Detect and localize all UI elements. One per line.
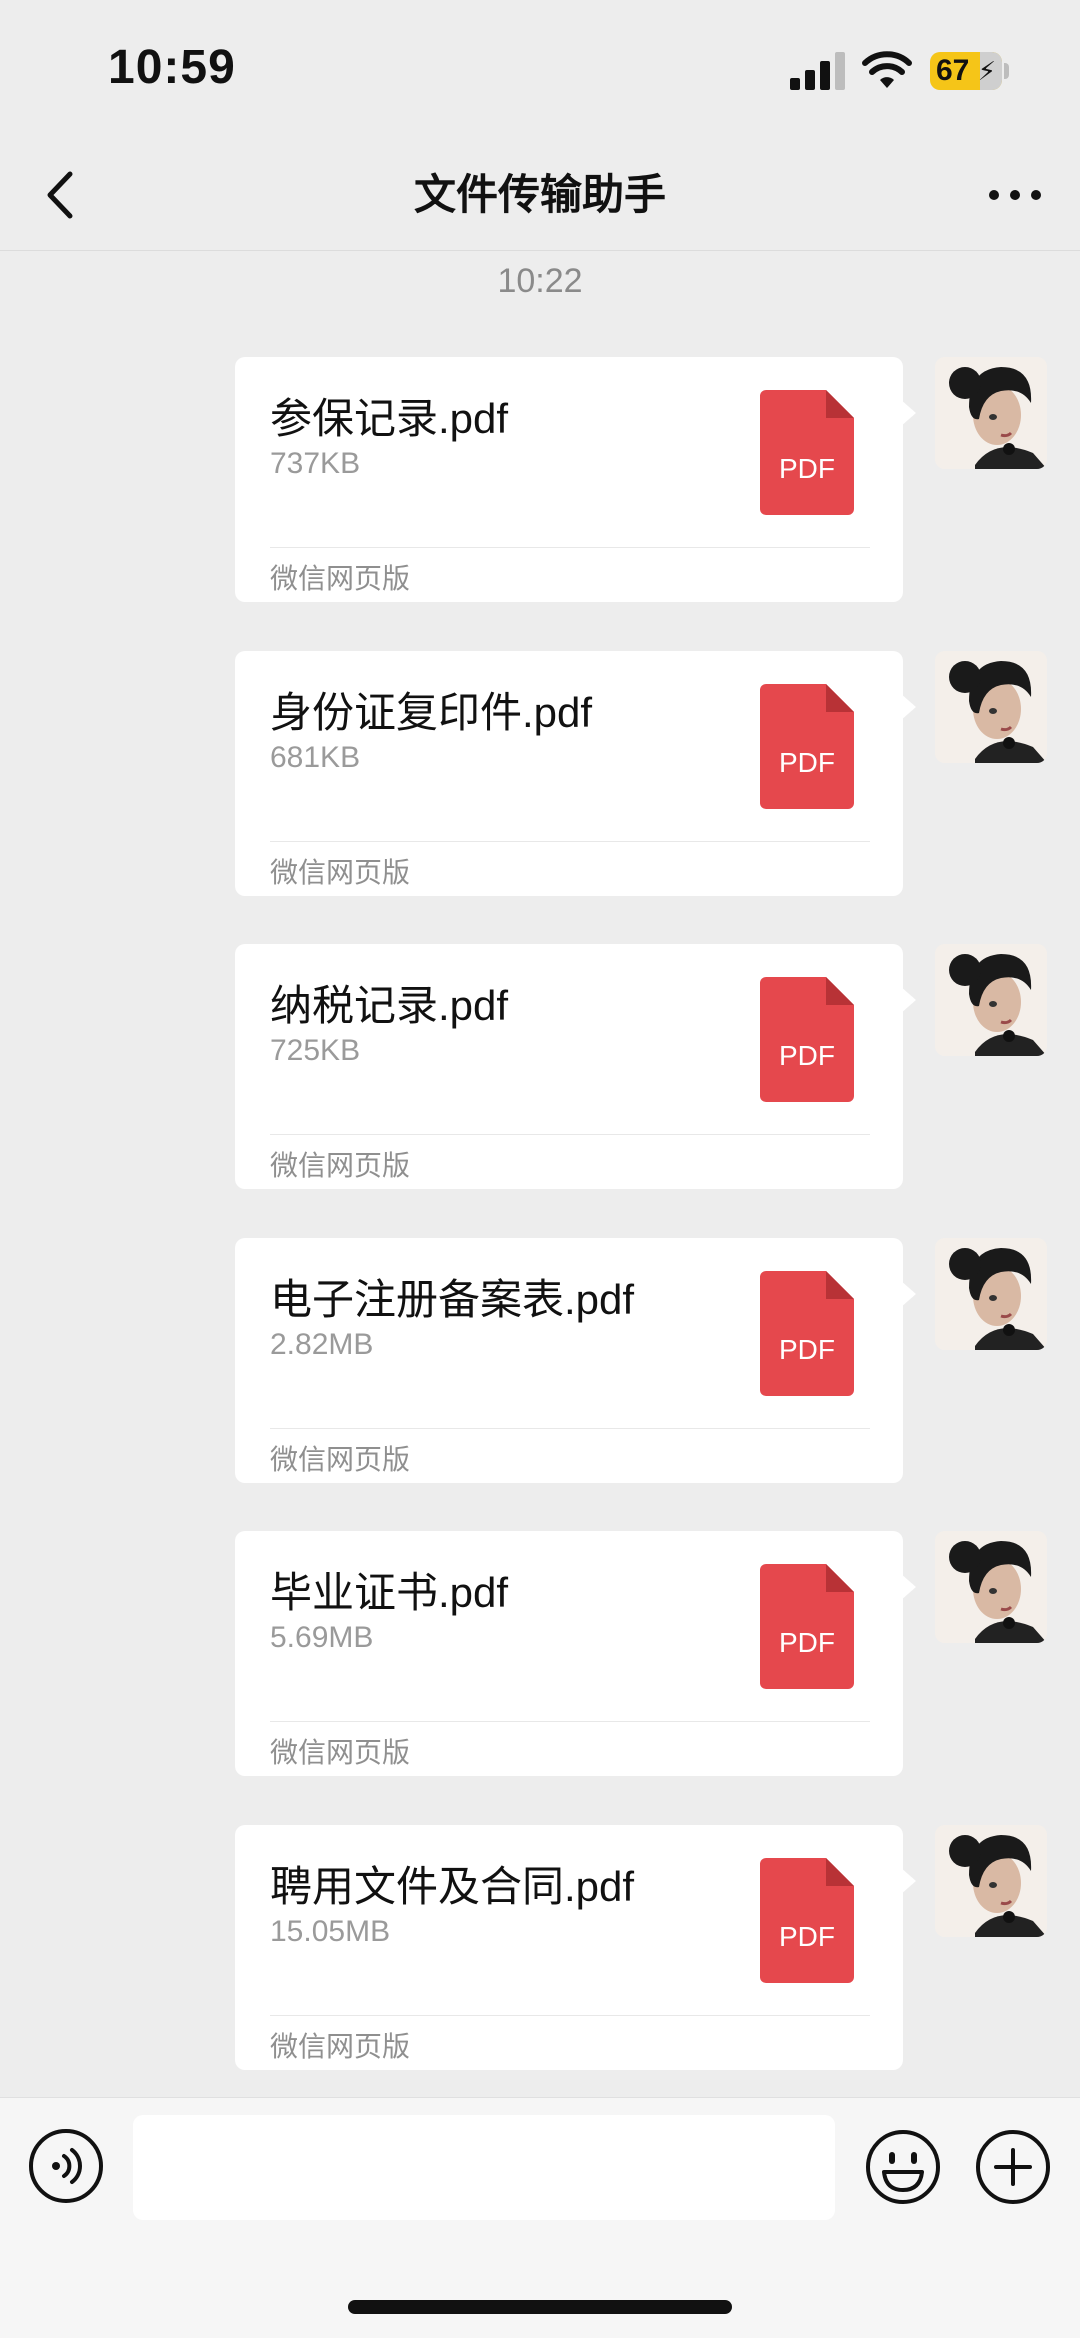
file-message: 电子注册备案表.pdf 2.82MB PDF 微信网页版 — [0, 1237, 1080, 1483]
pdf-file-icon: PDF — [760, 390, 854, 515]
pdf-icon-label: PDF — [779, 1040, 835, 1071]
emoji-icon[interactable] — [864, 2128, 942, 2206]
file-bubble[interactable]: 电子注册备案表.pdf 2.82MB PDF 微信网页版 — [235, 1237, 903, 1483]
bubble-tail — [900, 1279, 916, 1308]
file-size: 725KB — [270, 1034, 361, 1067]
message-source: 微信网页版 — [270, 1737, 411, 1768]
file-bubble[interactable]: 纳税记录.pdf 725KB PDF 微信网页版 — [235, 944, 903, 1189]
pdf-icon-label: PDF — [779, 747, 835, 778]
bubble-tail — [900, 1573, 916, 1601]
pdf-file-icon: PDF — [760, 1857, 854, 1983]
avatar[interactable] — [935, 1531, 1047, 1643]
avatar[interactable] — [935, 1237, 1047, 1350]
avatar[interactable] — [935, 650, 1047, 763]
battery-icon: 67 ⚡ — [930, 52, 1002, 90]
status-time: 10:59 — [108, 41, 236, 94]
bubble-tail — [900, 399, 916, 427]
file-size: 681KB — [270, 740, 361, 774]
avatar[interactable] — [935, 357, 1047, 469]
pdf-icon-label: PDF — [779, 453, 835, 484]
bubble-tail — [900, 986, 916, 1014]
pdf-icon-label: PDF — [779, 1627, 835, 1658]
page-title: 文件传输助手 — [413, 171, 666, 218]
file-bubble[interactable]: 身份证复印件.pdf 681KB PDF 微信网页版 — [235, 650, 903, 896]
file-name: 参保记录.pdf — [270, 395, 509, 442]
message-source: 微信网页版 — [270, 563, 411, 594]
plus-icon[interactable] — [974, 2128, 1052, 2206]
file-name: 电子注册备案表.pdf — [270, 1275, 635, 1323]
message-source: 微信网页版 — [270, 856, 411, 888]
pdf-file-icon: PDF — [760, 683, 854, 809]
file-name: 聘用文件及合同.pdf — [270, 1862, 635, 1910]
bubble-divider — [270, 2014, 870, 2016]
bubble-divider — [270, 1721, 870, 1722]
pdf-file-icon: PDF — [760, 1270, 854, 1396]
more-dots-icon[interactable] — [980, 170, 1050, 220]
avatar[interactable] — [935, 1824, 1047, 1937]
bubble-divider — [270, 1134, 870, 1135]
file-size: 5.69MB — [270, 1621, 374, 1654]
file-name: 毕业证书.pdf — [270, 1569, 509, 1616]
pdf-icon-label: PDF — [779, 1334, 835, 1365]
file-name: 纳税记录.pdf — [270, 982, 509, 1029]
status-bar: 10:59 67 ⚡ — [0, 0, 1080, 140]
message-source: 微信网页版 — [270, 1150, 411, 1181]
signal-icon — [790, 52, 845, 90]
avatar[interactable] — [935, 944, 1047, 1056]
bubble-divider — [270, 547, 870, 548]
file-name: 身份证复印件.pdf — [270, 688, 593, 736]
bubble-tail — [900, 692, 916, 721]
charging-bolt-icon: ⚡ — [977, 56, 996, 86]
file-message: 参保记录.pdf 737KB PDF 微信网页版 — [0, 357, 1080, 602]
pdf-file-icon: PDF — [760, 977, 854, 1102]
message-source: 微信网页版 — [270, 2030, 411, 2062]
message-timestamp: 10:22 — [497, 262, 583, 300]
home-indicator[interactable] — [348, 2300, 732, 2314]
file-size: 737KB — [270, 447, 361, 480]
message-input[interactable] — [133, 2115, 835, 2220]
file-bubble[interactable]: 毕业证书.pdf 5.69MB PDF 微信网页版 — [235, 1531, 903, 1776]
file-message: 聘用文件及合同.pdf 15.05MB PDF 微信网页版 — [0, 1824, 1080, 2070]
file-message: 纳税记录.pdf 725KB PDF 微信网页版 — [0, 944, 1080, 1189]
battery-cap — [1004, 63, 1009, 79]
file-message: 身份证复印件.pdf 681KB PDF 微信网页版 — [0, 650, 1080, 896]
file-bubble[interactable]: 参保记录.pdf 737KB PDF 微信网页版 — [235, 357, 903, 602]
pdf-file-icon: PDF — [760, 1564, 854, 1689]
bubble-divider — [270, 840, 870, 842]
message-source: 微信网页版 — [270, 1443, 411, 1475]
file-message: 毕业证书.pdf 5.69MB PDF 微信网页版 — [0, 1531, 1080, 1776]
bubble-divider — [270, 1427, 870, 1429]
battery-level: 67 — [936, 54, 970, 87]
wifi-icon — [862, 51, 912, 88]
bubble-tail — [900, 1866, 916, 1895]
voice-icon[interactable] — [28, 2128, 104, 2204]
nav-bar: 文件传输助手 — [0, 140, 1080, 251]
file-bubble[interactable]: 聘用文件及合同.pdf 15.05MB PDF 微信网页版 — [235, 1824, 903, 2070]
pdf-icon-label: PDF — [779, 1921, 835, 1952]
file-size: 15.05MB — [270, 1914, 391, 1948]
file-size: 2.82MB — [270, 1327, 374, 1361]
